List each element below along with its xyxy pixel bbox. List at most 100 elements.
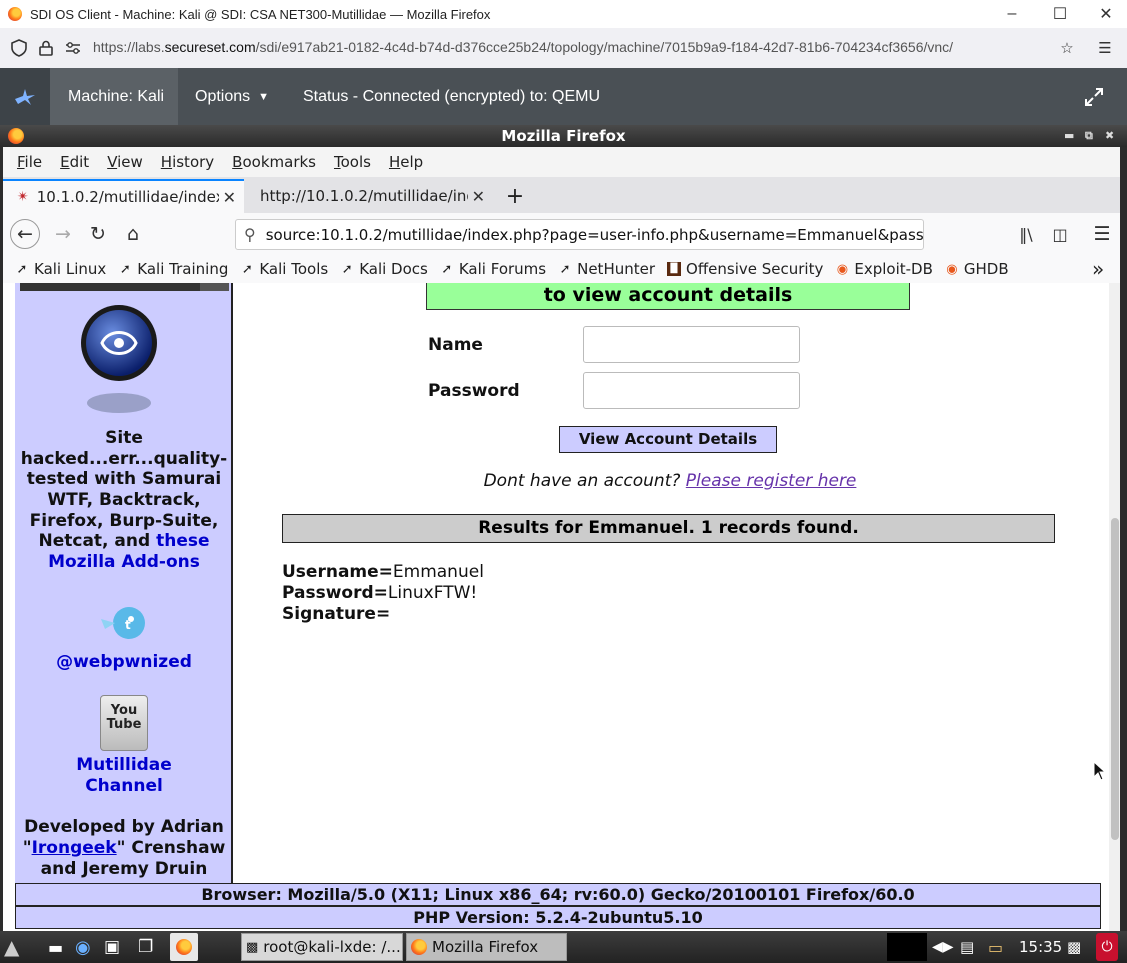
firefox-icon [411,939,427,955]
register-link[interactable]: Please register here [686,471,857,491]
show-desktop-icon[interactable]: ▬ [48,933,63,961]
task-firefox[interactable]: Mozilla Firefox [406,933,567,961]
kali-dragon-icon: ➚ [119,261,131,277]
bookmark-offensive-security[interactable]: █ Offensive Security [667,260,823,278]
overflow-chevron-icon[interactable]: » [1092,257,1104,281]
view-account-details-button[interactable]: View Account Details [559,426,777,453]
new-tab-icon[interactable]: + [500,179,530,213]
kali-menu-icon[interactable]: ▲ [4,933,19,961]
kali-dragon-icon: ➚ [16,261,28,277]
twitter-bird-icon[interactable]: t [99,605,151,645]
maximize-button[interactable]: ☐ [1037,0,1083,28]
bookmark-kali-linux[interactable]: ➚ Kali Linux [15,260,107,278]
menu-tools[interactable]: Tools [334,153,371,171]
bookmark-label: Exploit-DB [854,260,933,278]
task-terminal[interactable]: ▩ root@kali-lxde: /... [241,933,403,961]
twitter-link[interactable]: @webpwnized [15,652,233,673]
lock-screen-icon[interactable]: ▩ [1067,933,1081,961]
lxde-taskbar: ▲ ▬ ◉ ▣ ❐ ▩ root@kali-lxde: /... Mozilla… [0,931,1127,963]
search-icon: ⚲ [244,225,256,244]
connection-status: Status - Connected (encrypted) to: QEMU [303,87,601,105]
menu-edit[interactable]: Edit [60,153,89,171]
menu-help[interactable]: Help [389,153,423,171]
clipboard-icon[interactable]: ▭ [988,933,1003,961]
host-url-field[interactable]: https://labs.secureset.com/sdi/e917ab21-… [93,39,953,55]
close-tab-icon[interactable]: ✕ [218,187,236,207]
bookmark-ghdb[interactable]: ◉ GHDB [945,260,1008,278]
register-text: Dont have an account? [483,471,686,491]
browser-launcher-icon[interactable]: ◉ [75,933,91,961]
close-button[interactable]: ✕ [1083,0,1127,28]
nav-toolbar: ← → ↻ ⌂ ⚲ source:10.1.0.2/mutillidae/ind… [3,213,1120,255]
menu-history[interactable]: History [161,153,214,171]
bookmark-exploit-db[interactable]: ◉ Exploit-DB [835,260,933,278]
network-icon[interactable]: ▤ [960,933,974,961]
mutillidae-channel-link[interactable]: Mutillidae [15,755,233,776]
menu-bookmarks[interactable]: Bookmarks [232,153,316,171]
youtube-icon[interactable]: You Tube [100,695,148,751]
close-tab-icon[interactable]: ✕ [467,186,485,206]
permissions-icon[interactable] [62,37,84,59]
mozilla-addons-link[interactable]: Mozilla Add-ons [15,552,233,573]
bookmark-kali-docs[interactable]: ➚ Kali Docs [340,260,428,278]
mouse-cursor-icon [1093,761,1107,781]
sidebar-line: Site [105,428,143,448]
library-icon[interactable]: ‖\ [1011,219,1041,249]
irongeek-link[interactable]: Irongeek [32,838,117,858]
bookmark-kali-tools[interactable]: ➚ Kali Tools [240,260,328,278]
bookmark-kali-training[interactable]: ➚ Kali Training [118,260,229,278]
hamburger-menu-icon[interactable]: ☰ [1094,37,1116,59]
hamburger-menu-icon[interactable]: ☰ [1087,219,1117,249]
these-link[interactable]: these [156,531,209,551]
clock[interactable]: 15:35 [1019,933,1062,961]
power-icon[interactable]: ⏻ [1096,933,1118,961]
password-input[interactable] [583,372,800,409]
menu-view[interactable]: View [107,153,143,171]
page-scrollbar[interactable] [1109,283,1120,933]
terminal-icon: ▩ [246,939,259,955]
exploit-db-icon: ◉ [836,261,849,277]
bookmark-label: Kali Linux [34,260,107,278]
close-button[interactable]: ✖ [1105,125,1114,147]
back-icon[interactable]: ← [10,219,40,249]
menu-file[interactable]: File [17,153,42,171]
php-version-footer: PHP Version: 5.2.4-2ubuntu5.10 [15,906,1101,929]
volume-icon[interactable]: ◀▶ [932,933,954,961]
mutillidae-channel-link[interactable]: Channel [15,776,233,797]
sidebar-top-bar [20,283,200,291]
kali-dragon-icon: ➚ [441,261,453,277]
maximize-button[interactable]: ⧉ [1085,125,1093,147]
username-value: Emmanuel [392,562,484,582]
task-label: root@kali-lxde: /... [263,938,401,956]
firefox-launcher-icon[interactable] [170,933,198,961]
tab-mutillidae-http[interactable]: http://10.1.0.2/mutillidae/ind ✕ [245,179,493,213]
sidebar-line: and Jeremy Druin [40,859,208,879]
bookmark-nethunter[interactable]: ➚ NetHunter [558,260,655,278]
sdi-logo[interactable] [0,68,50,125]
password-value: LinuxFTW! [387,583,478,603]
url-bar[interactable]: ⚲ source:10.1.0.2/mutillidae/index.php?p… [235,219,924,250]
sidebar-line: tested with Samurai [26,469,222,489]
terminal-launcher-icon[interactable]: ▣ [104,933,120,961]
scroll-thumb[interactable] [1111,518,1119,840]
firefox-icon [8,7,22,21]
home-icon[interactable]: ⌂ [118,219,148,249]
page-viewport: Site hacked...err...quality- tested with… [3,283,1120,933]
name-input[interactable] [583,326,800,363]
password-label: Password= [282,583,388,603]
fullscreen-icon[interactable] [1084,68,1104,125]
minimize-button[interactable]: – [989,0,1035,28]
forward-icon[interactable]: → [48,219,78,249]
firefox-icon [8,128,24,144]
options-menu[interactable]: Options ▼ [195,68,269,125]
shield-icon[interactable] [8,37,30,59]
file-manager-icon[interactable]: ❐ [138,933,153,961]
bookmark-kali-forums[interactable]: ➚ Kali Forums [440,260,546,278]
machine-label[interactable]: Machine: Kali [50,68,178,125]
sidebar-toggle-icon[interactable]: ◫ [1045,219,1075,249]
reload-icon[interactable]: ↻ [83,219,113,249]
star-icon[interactable]: ☆ [1056,37,1078,59]
tab-mutillidae-index[interactable]: ✴ 10.1.0.2/mutillidae/index ✕ [3,179,244,213]
lock-icon[interactable] [35,37,57,59]
minimize-button[interactable]: ▬ [1064,125,1074,147]
